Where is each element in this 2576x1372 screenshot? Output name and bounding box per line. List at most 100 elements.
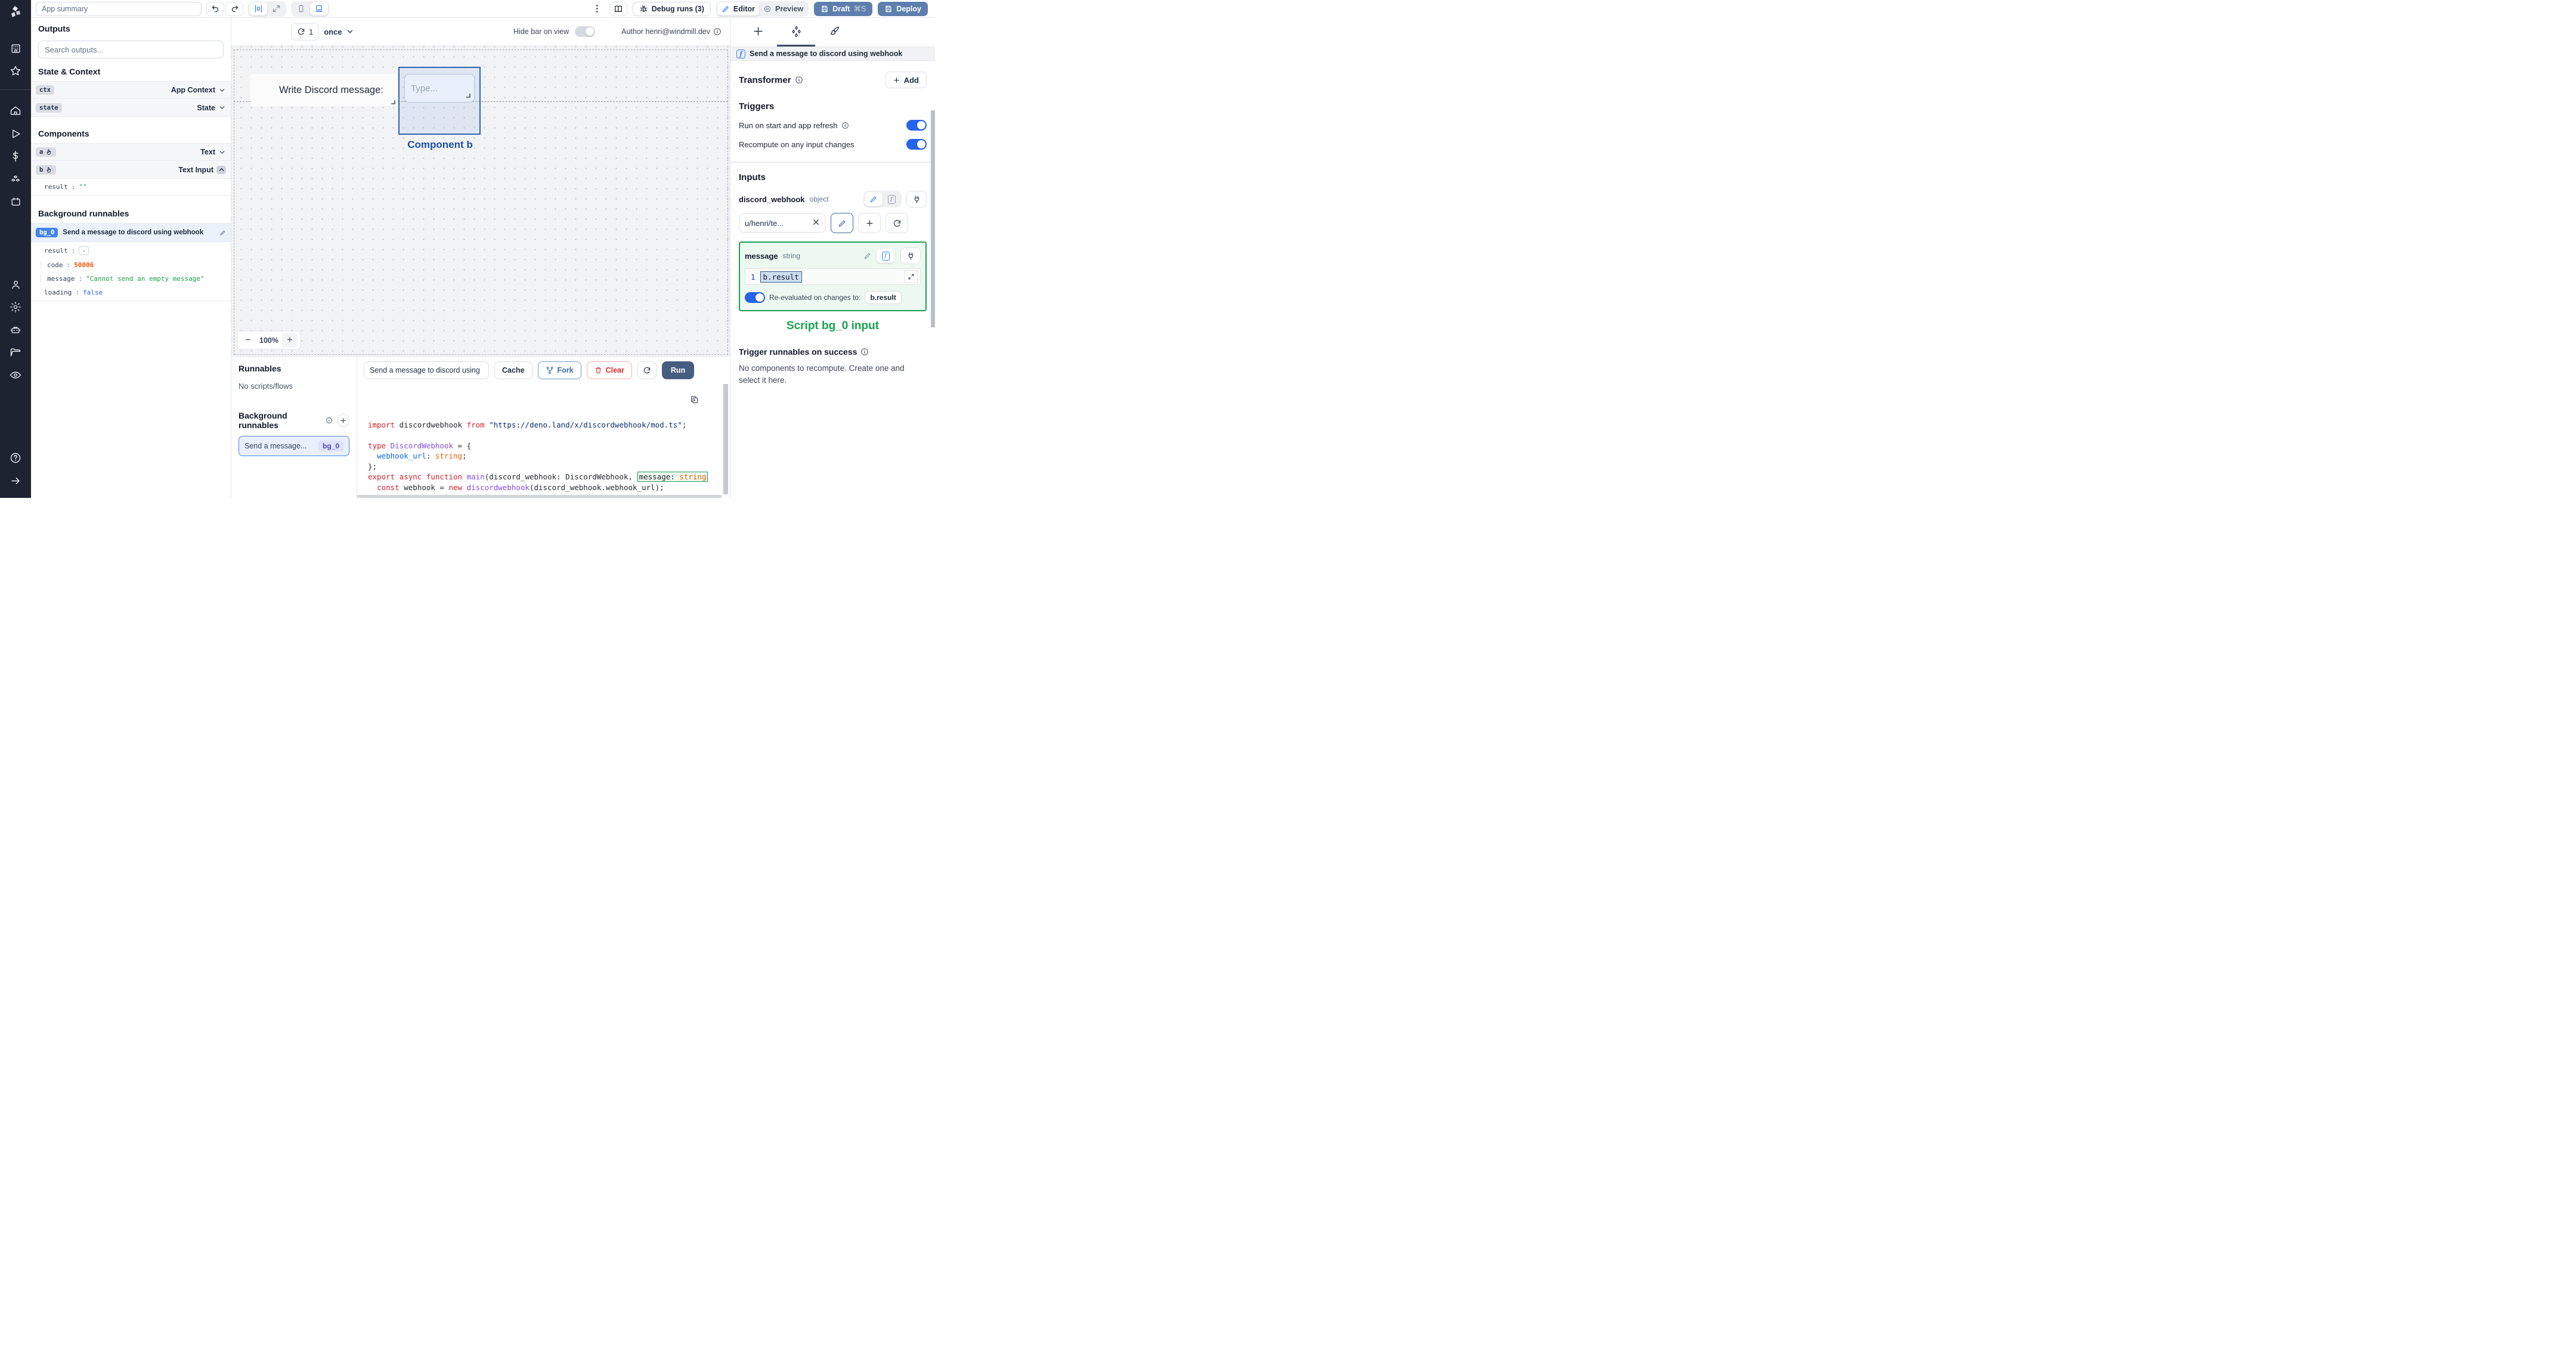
user-icon[interactable] xyxy=(0,273,31,296)
eval-input-mode-button[interactable]: f xyxy=(877,249,894,263)
draft-save-button[interactable]: Draft ⌘S xyxy=(814,1,873,16)
bg0-message-key: message xyxy=(47,275,75,283)
bg0-outputs: result: - code:50006 message: "Cannot send… xyxy=(31,242,231,301)
recompute-toggle[interactable] xyxy=(906,139,927,150)
panel-scrollbar[interactable] xyxy=(931,110,935,327)
desktop-view-button[interactable] xyxy=(310,2,328,16)
favorites-star-icon[interactable] xyxy=(0,60,31,82)
redo-button[interactable] xyxy=(225,1,243,16)
search-outputs-input[interactable] xyxy=(38,41,224,58)
mobile-view-button[interactable] xyxy=(292,2,310,16)
code-editor[interactable]: import discordwebhook from "https://deno… xyxy=(357,383,730,498)
folders-icon[interactable] xyxy=(0,341,31,364)
add-resource-button[interactable] xyxy=(858,213,881,233)
workers-robot-icon[interactable] xyxy=(0,318,31,341)
b-badge: b xyxy=(39,166,44,174)
editor-tab[interactable]: Editor xyxy=(717,2,760,16)
help-icon[interactable] xyxy=(0,447,31,469)
app-summary-input[interactable] xyxy=(36,1,202,16)
editor-refresh-button[interactable] xyxy=(637,361,657,379)
bg0-result-value[interactable]: - xyxy=(79,246,89,255)
edit-resource-button[interactable] xyxy=(831,213,853,233)
script-name-input[interactable] xyxy=(364,361,489,379)
add-transformer-button[interactable]: Add xyxy=(884,72,927,88)
fork-button[interactable]: Fork xyxy=(537,361,581,379)
editor-horizontal-scrollbar[interactable] xyxy=(357,495,722,498)
copy-code-icon[interactable] xyxy=(690,395,699,407)
clear-resource-icon[interactable] xyxy=(812,218,820,228)
output-row-state[interactable]: state State xyxy=(31,99,231,117)
deploy-button[interactable]: Deploy xyxy=(878,1,928,16)
pointer-hand-icon xyxy=(47,166,51,172)
tab-component-settings[interactable] xyxy=(777,18,815,47)
plug-icon xyxy=(908,252,913,260)
clear-button[interactable]: Clear xyxy=(586,361,632,379)
resource-picker[interactable]: u/henri/te... xyxy=(739,213,826,233)
code-line: export async function main(discord_webho… xyxy=(368,472,730,482)
resize-handle[interactable] xyxy=(391,100,395,104)
schedule-mode-select[interactable]: once xyxy=(324,27,354,36)
bg0-runnable-name: Send a message... xyxy=(244,442,307,450)
editor-vertical-scrollbar[interactable] xyxy=(723,384,728,494)
code-line: type DiscordWebhook = { xyxy=(368,441,472,450)
refresh-resource-button[interactable] xyxy=(886,213,908,233)
connect-plug-button[interactable] xyxy=(900,247,921,264)
audit-eye-icon[interactable] xyxy=(0,364,31,386)
zoom-out-button[interactable]: − xyxy=(240,333,256,348)
windmill-logo-icon[interactable] xyxy=(8,5,23,19)
refresh-count-box[interactable]: 1 xyxy=(291,23,320,41)
docs-book-button[interactable] xyxy=(609,1,627,16)
b-result-value: "" xyxy=(79,183,87,191)
selected-component-b[interactable] xyxy=(398,67,481,135)
schedule-mode-value: once xyxy=(324,27,342,36)
collapse-rail-icon[interactable] xyxy=(0,469,31,492)
eval-input-mode-button[interactable]: f xyxy=(883,192,900,206)
line-number: 1 xyxy=(751,272,756,281)
center-layout-button[interactable] xyxy=(249,2,267,16)
runs-icon[interactable] xyxy=(0,122,31,145)
component-row-b[interactable]: b Text Input xyxy=(31,161,231,179)
connect-plug-button[interactable] xyxy=(906,191,927,207)
workspace-icon[interactable] xyxy=(0,37,31,60)
cache-button[interactable]: Cache xyxy=(494,361,532,379)
bg0-result-row[interactable]: result: - xyxy=(31,243,231,258)
add-runnable-button[interactable] xyxy=(337,414,349,427)
tab-insert-component[interactable] xyxy=(739,18,777,47)
message-expression[interactable]: b.result xyxy=(760,271,802,283)
resources-icon[interactable] xyxy=(0,168,31,190)
resize-handle[interactable] xyxy=(466,94,470,98)
section-divider xyxy=(730,162,935,163)
reeval-target-pill[interactable]: b.result xyxy=(865,291,902,304)
code-line: import discordwebhook from "https://deno… xyxy=(368,420,687,429)
bg0-runnable-item[interactable]: Send a message... bg_0 xyxy=(239,436,349,456)
text-component[interactable]: Write Discord message: xyxy=(250,74,397,106)
message-expression-editor[interactable]: 1 b.result xyxy=(745,268,921,285)
home-icon[interactable] xyxy=(0,100,31,122)
reeval-toggle[interactable] xyxy=(745,292,765,303)
fullscreen-layout-button[interactable] xyxy=(267,2,285,16)
static-input-mode-button[interactable] xyxy=(865,192,883,206)
variables-icon[interactable] xyxy=(0,145,31,168)
preview-tab[interactable]: Preview xyxy=(759,2,807,16)
run-button[interactable]: Run xyxy=(661,361,695,379)
tab-styling[interactable] xyxy=(815,18,853,47)
draft-label: Draft xyxy=(832,4,850,13)
expand-editor-icon[interactable] xyxy=(905,270,918,283)
debug-runs-button[interactable]: Debug runs (3) xyxy=(632,1,711,16)
component-row-a[interactable]: a Text xyxy=(31,143,231,161)
output-row-ctx[interactable]: ctx App Context xyxy=(31,81,231,99)
b-result-row[interactable]: result: "" xyxy=(31,179,231,196)
run-on-start-toggle[interactable] xyxy=(906,120,927,131)
zoom-in-button[interactable]: + xyxy=(281,333,298,348)
hide-bar-toggle[interactable] xyxy=(575,26,596,37)
bg0-output-row[interactable]: bg_0 Send a message to discord using web… xyxy=(31,223,231,242)
settings-gear-icon[interactable] xyxy=(0,296,31,318)
app-canvas[interactable]: Write Discord message: Component b − 100… xyxy=(231,46,730,356)
text-input-component[interactable] xyxy=(404,74,475,103)
undo-button[interactable] xyxy=(206,1,224,16)
more-options-menu[interactable]: ⋮ xyxy=(590,4,604,13)
static-input-mode-button[interactable] xyxy=(859,249,877,263)
runnables-empty-label: No scripts/flows xyxy=(239,382,293,391)
schedules-icon[interactable] xyxy=(0,190,31,213)
